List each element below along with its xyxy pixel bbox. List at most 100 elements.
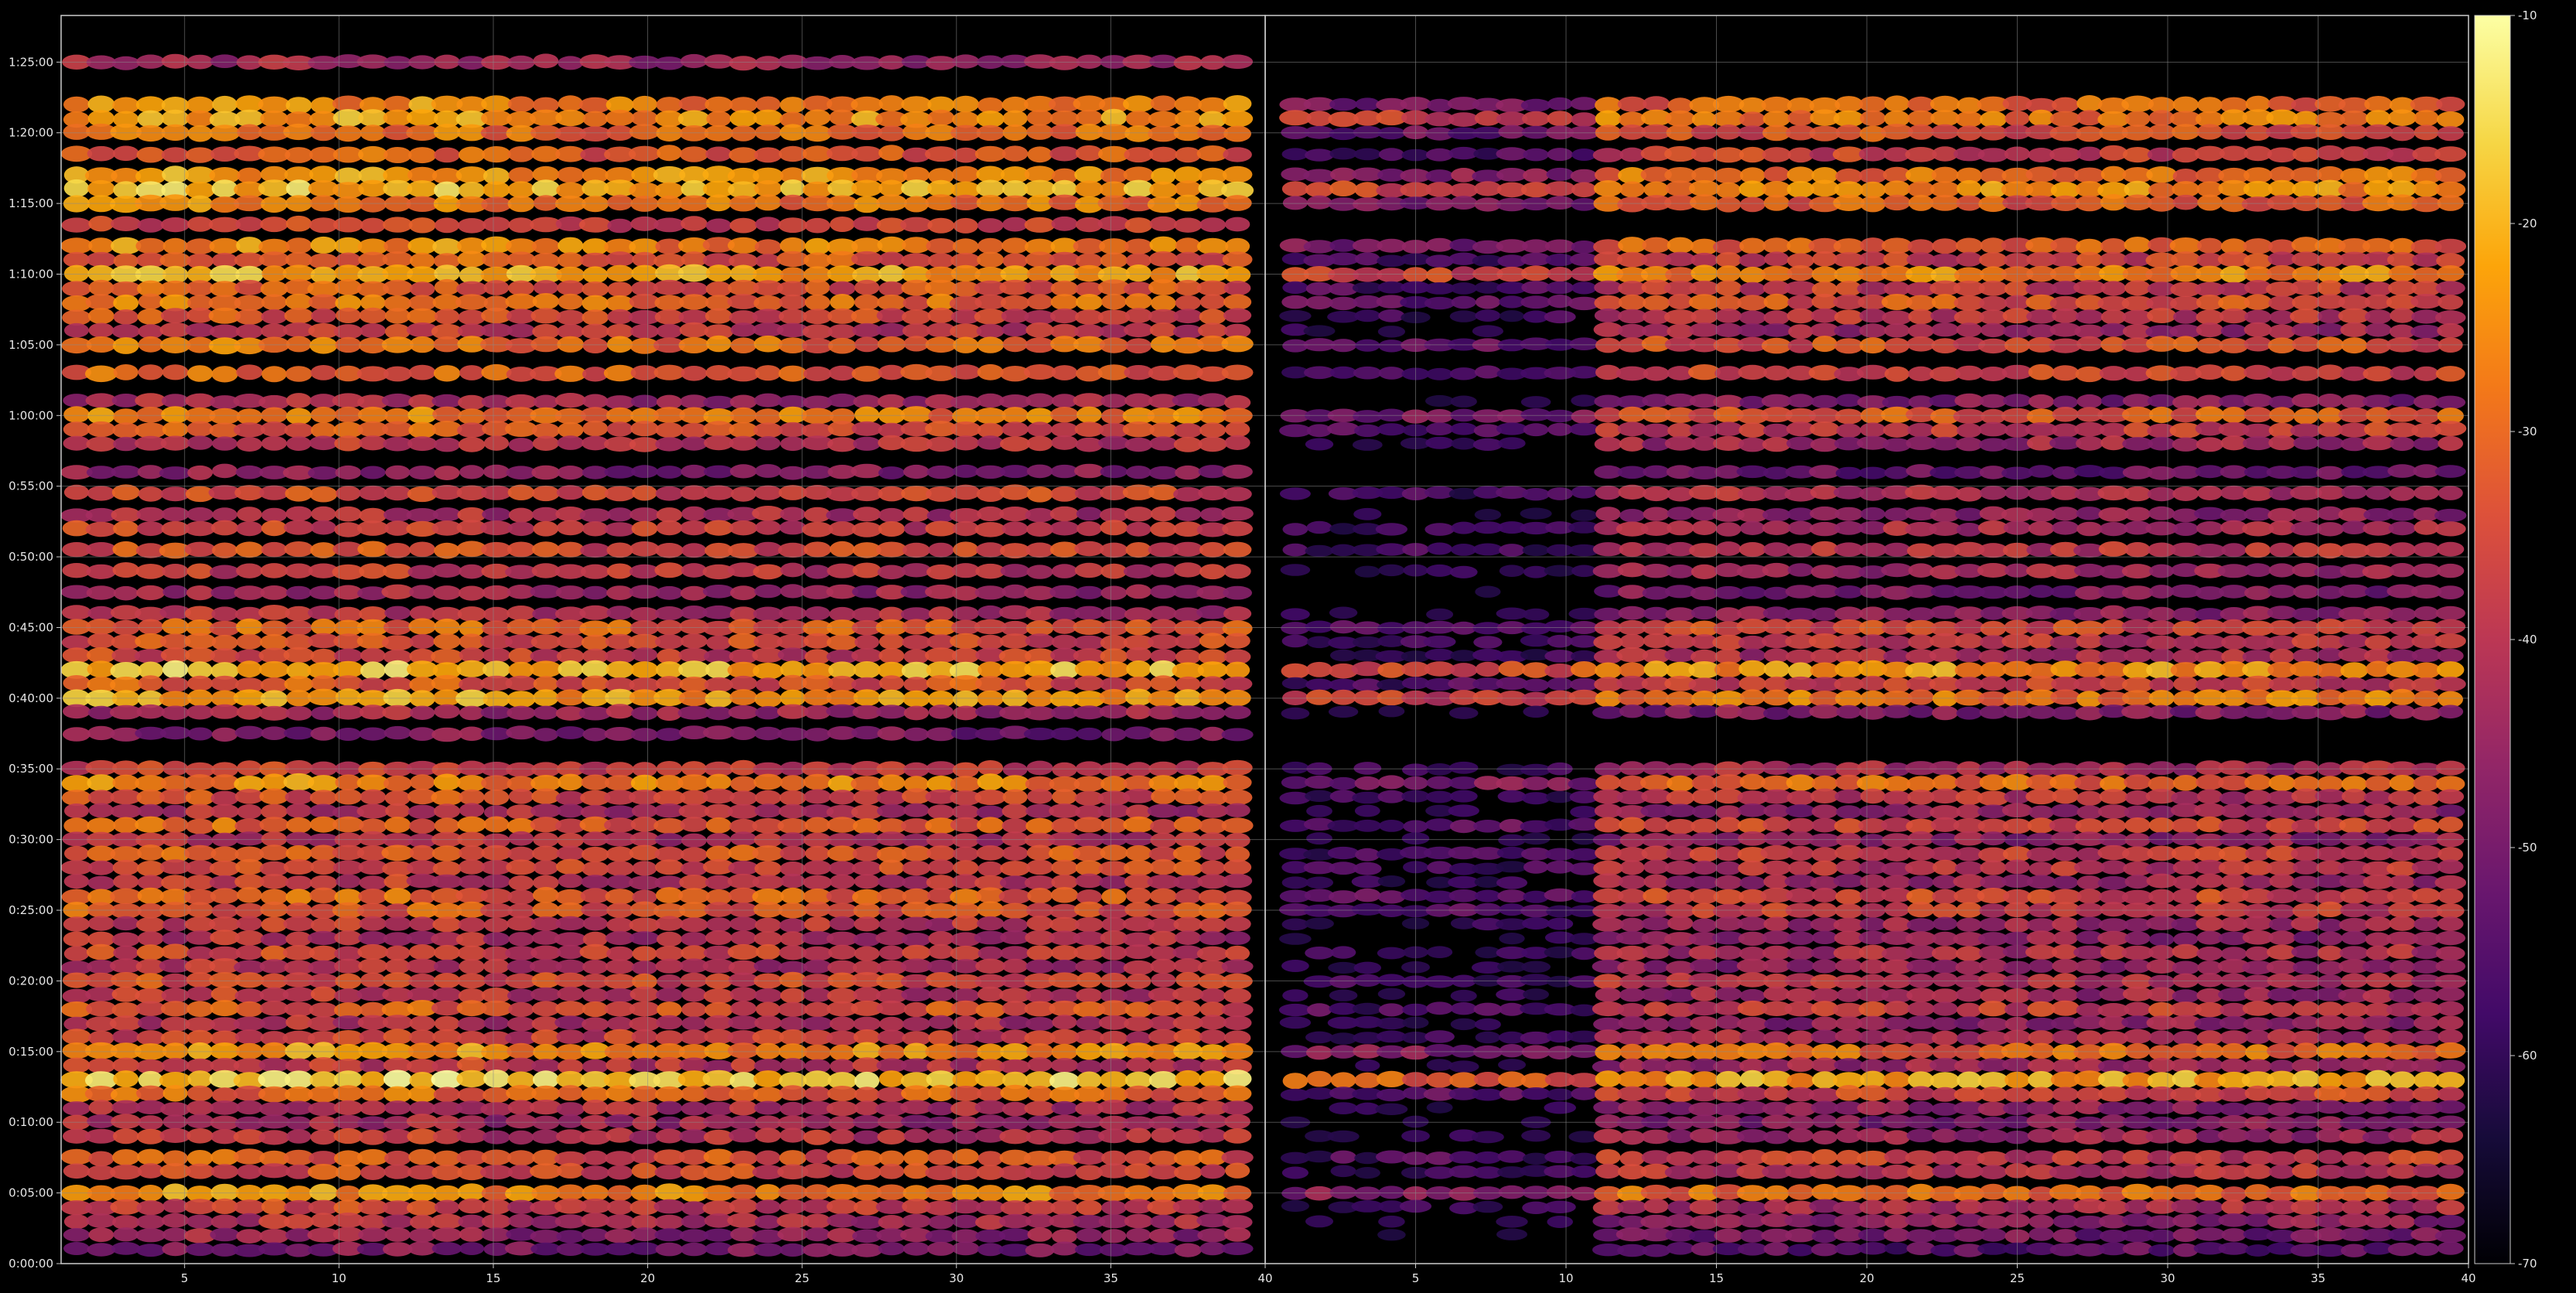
heat-cell — [162, 585, 188, 599]
heat-cell — [728, 147, 759, 163]
heat-cell — [1521, 281, 1551, 295]
heat-cell — [1931, 166, 1959, 183]
heat-cell — [854, 336, 880, 353]
heat-cell — [2387, 109, 2417, 126]
heat-cell — [977, 634, 1004, 650]
heat-cell — [284, 520, 314, 535]
heat-cell — [1594, 308, 1622, 323]
heat-cell — [234, 1199, 265, 1215]
heat-cell — [1198, 902, 1227, 919]
heat-cell — [1125, 542, 1152, 558]
heat-cell — [1281, 295, 1309, 309]
heat-cell — [1738, 422, 1766, 438]
heat-cell — [606, 421, 633, 437]
heat-cell — [285, 293, 313, 310]
heat-cell — [1076, 1199, 1103, 1216]
heat-cell — [1199, 676, 1226, 691]
heat-cell — [210, 790, 239, 806]
heat-cell — [308, 606, 339, 620]
heat-cell — [63, 1101, 90, 1116]
heat-cell — [681, 1214, 707, 1229]
heat-cell — [1150, 946, 1177, 960]
heat-cell — [654, 1214, 684, 1230]
heat-cell — [508, 1130, 534, 1145]
heat-cell — [209, 620, 241, 636]
heat-cell — [1125, 111, 1152, 127]
heat-cell — [236, 563, 263, 578]
heat-cell — [1450, 282, 1477, 295]
heat-cell — [728, 972, 759, 988]
heat-cell — [2292, 146, 2320, 162]
heat-cell — [1738, 660, 1767, 677]
heat-cell — [136, 944, 165, 960]
heat-cell — [2362, 564, 2394, 579]
heat-cell — [2121, 406, 2154, 423]
heat-cell — [1122, 789, 1155, 803]
heat-cell — [187, 465, 213, 480]
heat-cell — [87, 916, 115, 931]
heat-cell — [1150, 521, 1177, 537]
heat-cell — [1050, 294, 1079, 311]
heat-cell — [681, 506, 707, 521]
heat-cell — [804, 279, 831, 296]
heat-cell — [531, 987, 561, 1002]
heat-cell — [579, 605, 612, 620]
heat-cell — [977, 435, 1004, 450]
heat-cell — [2365, 486, 2391, 500]
heat-cell — [137, 308, 164, 325]
heat-cell — [1198, 1128, 1227, 1143]
heat-cell — [656, 125, 683, 142]
heat-cell — [999, 484, 1031, 500]
heat-cell — [1002, 217, 1028, 232]
heat-cell — [1223, 266, 1251, 284]
heat-cell — [656, 1128, 683, 1144]
heat-cell — [1026, 916, 1053, 931]
heat-cell — [1498, 660, 1526, 677]
heat-cell — [1174, 620, 1202, 636]
heat-cell — [2076, 633, 2103, 649]
heat-cell — [702, 788, 735, 804]
heat-cell — [1222, 464, 1253, 479]
heat-cell — [1475, 585, 1501, 598]
heat-cell — [556, 309, 585, 326]
heat-cell — [582, 338, 608, 353]
heat-cell — [1149, 236, 1178, 254]
heat-cell — [2169, 237, 2202, 254]
heat-cell — [1199, 889, 1227, 906]
heat-cell — [1174, 1243, 1202, 1257]
heat-cell — [162, 1114, 188, 1129]
heat-cell — [234, 295, 265, 312]
heat-cell — [409, 916, 436, 932]
heat-cell — [187, 1070, 213, 1088]
heat-cell — [334, 930, 363, 946]
heat-cell — [184, 541, 216, 557]
heat-cell — [729, 675, 758, 691]
heat-cell — [480, 1102, 513, 1117]
heat-cell — [1667, 237, 1694, 254]
heat-cell — [1124, 944, 1154, 960]
heat-cell — [483, 972, 510, 988]
heat-cell — [1027, 888, 1053, 904]
heat-cell — [754, 408, 782, 425]
heat-cell — [1738, 146, 1766, 163]
heat-cell — [1279, 424, 1312, 438]
heat-cell — [804, 901, 831, 917]
heat-cell — [631, 1029, 658, 1045]
heat-cell — [2434, 677, 2466, 692]
heat-cell — [359, 196, 387, 213]
heat-cell — [237, 916, 262, 931]
heat-cell — [2435, 395, 2466, 409]
heat-cell — [2316, 145, 2345, 161]
heat-cell — [2220, 324, 2247, 338]
heat-cell — [88, 322, 114, 338]
heat-cell — [1956, 648, 1983, 663]
heat-cell — [310, 726, 337, 741]
heat-cell — [210, 888, 240, 904]
heat-cell — [1175, 465, 1202, 480]
heat-cell — [2362, 435, 2394, 451]
heat-cell — [1174, 788, 1203, 805]
heat-cell — [1150, 675, 1177, 691]
heat-cell — [681, 366, 708, 381]
heat-cell — [604, 727, 636, 741]
heat-cell — [1281, 677, 1309, 690]
